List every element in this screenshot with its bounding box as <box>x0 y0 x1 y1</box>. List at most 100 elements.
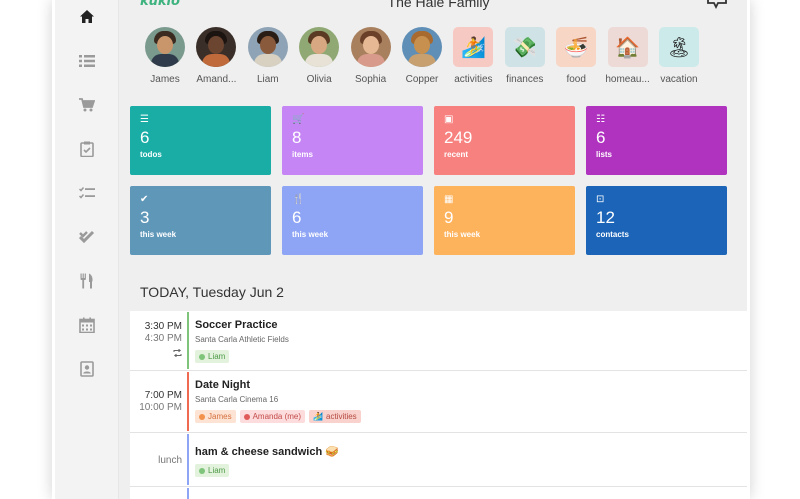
member-avatar[interactable]: Sophia <box>345 27 397 85</box>
event-end-time: 10:00 PM <box>139 402 182 413</box>
card-count: 6 <box>292 208 302 227</box>
chat-bubble-icon <box>707 0 727 10</box>
nav-meals[interactable] <box>75 269 99 293</box>
event-location: Santa Carla Cinema 16 <box>195 395 279 404</box>
event-details: Date Night Santa Carla Cinema 16 James Aman… <box>195 379 361 423</box>
event-tag[interactable]: Liam <box>195 350 230 363</box>
summary-card-recent[interactable]: ▣ 249 recent <box>434 106 575 175</box>
nav-tasks[interactable] <box>75 181 99 205</box>
card-icon: ☷ <box>596 114 605 125</box>
repeat-icon <box>130 348 182 361</box>
avatar-body <box>202 54 231 67</box>
clipboard-icon <box>80 141 94 157</box>
category-tile[interactable]: 🏝 vacation <box>653 27 705 85</box>
member-avatar[interactable]: Liam <box>242 27 294 85</box>
member-label: homeau... <box>605 74 650 85</box>
member-avatar[interactable]: Copper <box>396 27 448 85</box>
avatar-body <box>253 54 282 67</box>
member-label: James <box>150 74 180 85</box>
event-start-time: 3:30 PM <box>144 321 182 332</box>
agenda-list: 3:30 PM 4:30 PM Soccer Practice Santa Carla… <box>130 311 747 499</box>
member-label: activities <box>454 74 493 85</box>
sidebar <box>55 0 119 499</box>
member-label: Copper <box>405 74 439 85</box>
member-strip: James Amand... Liam Olivia Sophia Copper 🏄 acti… <box>130 27 747 89</box>
list-icon <box>79 55 95 67</box>
fork-knife-icon <box>80 273 93 289</box>
card-count: 249 <box>444 128 473 147</box>
agenda-event[interactable] <box>130 487 747 499</box>
agenda-event[interactable]: lunch ham & cheese sandwich 🥪 Liam <box>130 433 747 487</box>
summary-card-lists[interactable]: ☷ 6 lists <box>586 106 727 175</box>
member-label: finances <box>506 74 544 85</box>
event-tag[interactable]: Liam <box>195 464 230 477</box>
summary-card-this-week[interactable]: ✔ 3 this week <box>130 186 271 255</box>
card-icon: ⊡ <box>596 194 605 205</box>
event-title: Date Night <box>195 379 250 391</box>
summary-card-contacts[interactable]: ⊡ 12 contacts <box>586 186 727 255</box>
event-color-bar <box>187 312 189 369</box>
contact-card-icon <box>80 361 94 377</box>
card-count: 9 <box>444 208 454 227</box>
avatar <box>145 27 185 67</box>
summary-card-this-week[interactable]: ▦ 9 this week <box>434 186 575 255</box>
nav-contacts[interactable] <box>75 357 99 381</box>
avatar-face <box>208 36 225 54</box>
summary-card-todos[interactable]: ☰ 6 todos <box>130 106 271 175</box>
event-tag[interactable]: 🏄 activities <box>309 410 361 423</box>
card-icon: ✔ <box>140 194 149 205</box>
nav-shopping[interactable] <box>75 93 99 117</box>
tag-label: activities <box>326 412 357 421</box>
nav-home[interactable] <box>75 5 99 29</box>
tag-dot <box>199 467 205 474</box>
card-count: 6 <box>140 128 150 147</box>
card-label: this week <box>444 230 481 239</box>
agenda-event[interactable]: 3:30 PM 4:30 PM Soccer Practice Santa Carla… <box>130 311 747 371</box>
event-time: lunch <box>130 455 182 467</box>
avatar <box>299 27 340 67</box>
event-meal-slot: lunch <box>158 455 182 466</box>
member-label: Sophia <box>355 74 387 85</box>
card-label: todos <box>140 150 162 159</box>
member-avatar[interactable]: Olivia <box>293 27 345 85</box>
tag-label: Amanda (me) <box>252 412 302 421</box>
card-icon: ☰ <box>140 114 149 125</box>
avatar <box>247 27 288 67</box>
event-color-bar <box>187 434 189 485</box>
summary-card-items[interactable]: 🛒 8 items <box>282 106 423 175</box>
card-icon: ▣ <box>444 114 454 125</box>
member-avatar[interactable]: Amand... <box>190 27 242 85</box>
avatar <box>402 27 442 67</box>
card-count: 8 <box>292 128 302 147</box>
avatar <box>196 27 237 67</box>
category-tile[interactable]: 💸 finances <box>499 27 551 85</box>
nav-calendar[interactable] <box>75 313 99 337</box>
category-icon: 🍜 <box>556 27 597 67</box>
chat-button[interactable] <box>707 0 727 14</box>
event-tag[interactable]: James <box>195 410 236 423</box>
app-window: kukio The Hale Family James Amand... Liam O… <box>55 0 747 499</box>
category-tile[interactable]: 🏠 homeau... <box>602 27 654 85</box>
member-label: Liam <box>256 74 279 85</box>
agenda-event[interactable]: 7:00 PM 10:00 PM Date Night Santa Carla Cin… <box>130 371 747 433</box>
category-tile[interactable]: 🏄 activities <box>447 27 499 85</box>
nav-chores[interactable] <box>75 137 99 161</box>
page-title: The Hale Family <box>387 0 490 10</box>
nav-done[interactable] <box>75 225 99 249</box>
category-tile[interactable]: 🍜 food <box>550 27 602 85</box>
nav-lists[interactable] <box>75 49 99 73</box>
member-avatar[interactable]: James <box>139 27 191 85</box>
event-title: Soccer Practice <box>195 319 278 331</box>
event-tag[interactable]: Amanda (me) <box>239 410 306 423</box>
event-time: 3:30 PM 4:30 PM <box>130 321 182 361</box>
event-details: ham & cheese sandwich 🥪 Liam <box>195 445 339 477</box>
avatar-face <box>157 36 173 54</box>
event-details: Soccer Practice Santa Carla Athletic Fiel… <box>195 319 289 363</box>
avatar-body <box>305 54 334 67</box>
card-count: 3 <box>140 208 150 227</box>
avatar-body <box>151 54 179 67</box>
double-check-icon <box>79 230 95 244</box>
avatar-face <box>362 36 379 54</box>
summary-card-this-week[interactable]: 🍴 6 this week <box>282 186 423 255</box>
member-label: Amand... <box>196 74 237 85</box>
